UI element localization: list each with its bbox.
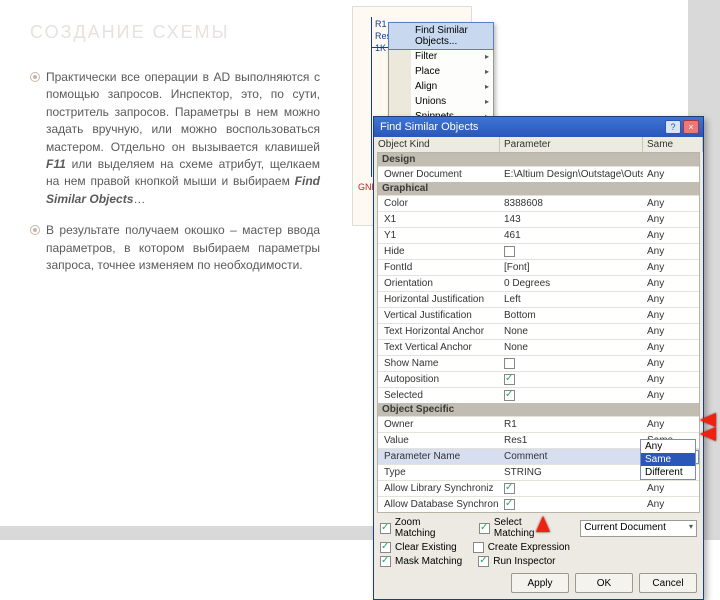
zoom-checkbox[interactable]	[380, 523, 391, 534]
section-header: Design	[378, 153, 699, 166]
table-row[interactable]: Horizontal JustificationLeftAny	[378, 291, 699, 307]
table-row[interactable]: SelectedAny	[378, 387, 699, 403]
arrow-icon	[700, 413, 716, 427]
bullet-icon	[30, 225, 40, 235]
create-label: Create Expression	[488, 542, 570, 553]
comp-r1: R1	[375, 19, 387, 29]
create-checkbox[interactable]	[473, 542, 484, 553]
mask-label: Mask Matching	[395, 556, 462, 567]
scope-combo[interactable]: Current Document	[580, 520, 697, 537]
table-row[interactable]: Vertical JustificationBottomAny	[378, 307, 699, 323]
dropdown-different[interactable]: Different	[641, 466, 695, 479]
zoom-label: Zoom Matching	[395, 517, 463, 539]
table-row[interactable]: Text Horizontal AnchorNoneAny	[378, 323, 699, 339]
cancel-button[interactable]: Cancel	[639, 573, 697, 593]
help-button[interactable]: ?	[665, 120, 681, 134]
table-row[interactable]: Allow Library SynchronizAny	[378, 480, 699, 496]
para1c: или выделяем на схеме атрибут, щелкаем н…	[46, 157, 320, 188]
table-row[interactable]: Y1461Any	[378, 227, 699, 243]
checkbox-icon[interactable]	[504, 483, 515, 494]
scope-value: Current Document	[584, 522, 666, 533]
grid-header: Object Kind Parameter Same	[374, 137, 703, 152]
para1a: Практически все операции в AD выполняютс…	[46, 70, 320, 154]
ctx-item[interactable]: Filter▸	[389, 49, 493, 64]
ctx-item[interactable]: Align▸	[389, 79, 493, 94]
col-param: Parameter	[500, 137, 643, 152]
table-row[interactable]: OwnerR1Any	[378, 416, 699, 432]
comp-val: 1K	[375, 43, 386, 53]
close-button[interactable]: ×	[683, 120, 699, 134]
select-label: Select Matching	[494, 517, 564, 539]
clear-checkbox[interactable]	[380, 542, 391, 553]
run-label: Run Inspector	[493, 556, 555, 567]
table-row[interactable]: AutopositionAny	[378, 371, 699, 387]
checkbox-icon[interactable]	[504, 358, 515, 369]
titlebar[interactable]: Find Similar Objects ? ×	[374, 117, 703, 137]
para1e: …	[133, 192, 145, 206]
checkbox-icon[interactable]	[504, 499, 515, 510]
col-match: Same	[643, 137, 703, 152]
table-row[interactable]: X1143Any	[378, 211, 699, 227]
select-checkbox[interactable]	[479, 523, 490, 534]
dropdown-same[interactable]: Same	[641, 453, 695, 466]
ctx-item[interactable]: Place▸	[389, 64, 493, 79]
table-row[interactable]: Allow Database SynchronAny	[378, 496, 699, 512]
table-row[interactable]: Orientation0 DegreesAny	[378, 275, 699, 291]
section-header: Object Specific	[378, 403, 699, 416]
dropdown-any[interactable]: Any	[641, 440, 695, 453]
key-f11: F11	[46, 157, 66, 171]
body-text: Практически все операции в AD выполняютс…	[30, 69, 320, 274]
section-header: Graphical	[378, 182, 699, 195]
checkbox-icon[interactable]	[504, 390, 515, 401]
arrow-icon	[536, 516, 550, 532]
ctx-item[interactable]: Find Similar Objects...	[388, 22, 494, 50]
table-row[interactable]: HideAny	[378, 243, 699, 259]
dialog-title: Find Similar Objects	[378, 121, 663, 133]
checkbox-icon[interactable]	[504, 246, 515, 257]
ctx-item[interactable]: Unions▸	[389, 94, 493, 109]
mask-checkbox[interactable]	[380, 556, 391, 567]
table-row[interactable]: FontId[Font]Any	[378, 259, 699, 275]
arrow-icon	[700, 427, 716, 441]
table-row[interactable]: Owner DocumentE:\Altium Design\Outstage\…	[378, 166, 699, 182]
col-kind: Object Kind	[374, 137, 500, 152]
run-checkbox[interactable]	[478, 556, 489, 567]
para2: В результате получаем окошко – мастер вв…	[46, 223, 320, 272]
checkbox-icon[interactable]	[504, 374, 515, 385]
match-dropdown[interactable]: Any Same Different	[640, 439, 696, 480]
apply-button[interactable]: Apply	[511, 573, 569, 593]
ok-button[interactable]: OK	[575, 573, 633, 593]
clear-label: Clear Existing	[395, 542, 457, 553]
table-row[interactable]: Color8388608Any	[378, 195, 699, 211]
bullet-icon	[30, 72, 40, 82]
table-row[interactable]: Text Vertical AnchorNoneAny	[378, 339, 699, 355]
table-row[interactable]: Show NameAny	[378, 355, 699, 371]
